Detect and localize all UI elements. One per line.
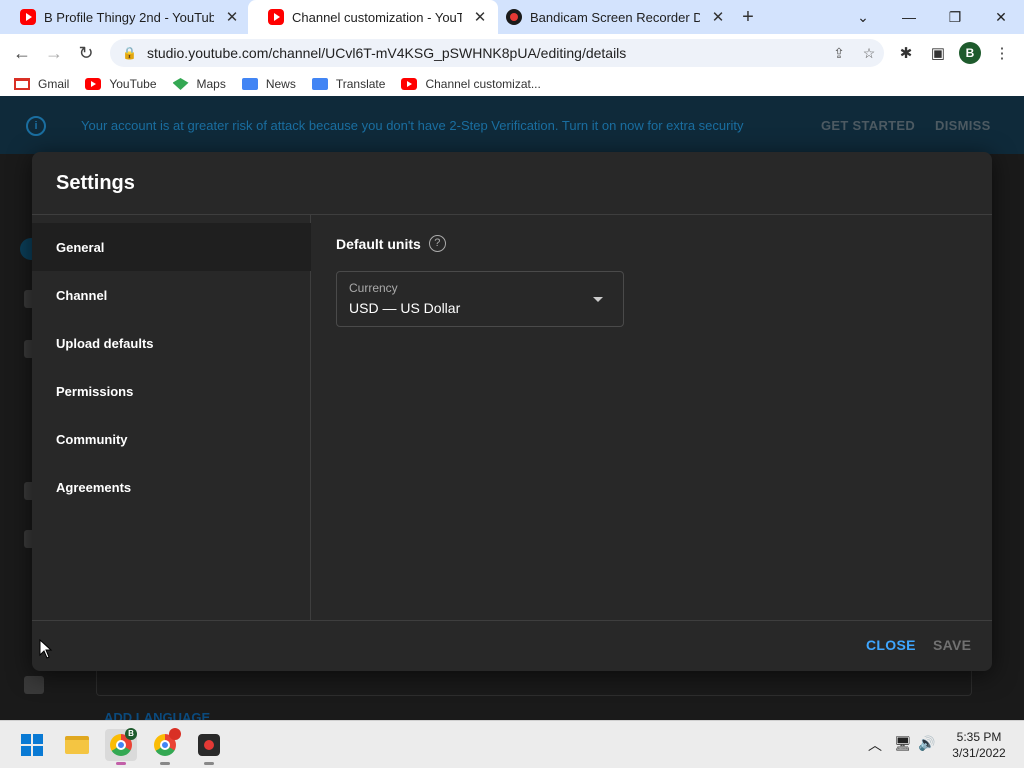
- nav-item-general[interactable]: General: [32, 223, 311, 271]
- currency-select[interactable]: Currency USD — US Dollar: [336, 271, 624, 327]
- bookmark-label: YouTube: [109, 77, 157, 91]
- tab-title: Bandicam Screen Recorder Down: [530, 9, 700, 25]
- bookmark-label: Translate: [335, 77, 386, 91]
- youtube-icon: [85, 78, 102, 90]
- nav-item-community[interactable]: Community: [32, 415, 311, 463]
- address-bar[interactable]: 🔒 studio.youtube.com/channel/UCvl6T-mV4K…: [110, 39, 884, 67]
- clock-time: 5:35 PM: [956, 730, 1002, 744]
- section-title: Default units: [336, 235, 421, 252]
- tab-title: Channel customization - YouTube: [292, 9, 462, 25]
- settings-dialog: Settings General Channel Upload defaults…: [32, 152, 992, 671]
- bookmark-translate[interactable]: Translate: [311, 77, 386, 91]
- volume-icon[interactable]: 🔊: [918, 735, 935, 752]
- share-icon[interactable]: ⇪: [824, 45, 854, 62]
- bookmark-label: Maps: [196, 77, 226, 91]
- url-text[interactable]: studio.youtube.com/channel/UCvl6T-mV4KSG…: [147, 45, 824, 61]
- tab-profile-thingy[interactable]: B Profile Thingy 2nd - YouTube ✕: [0, 0, 250, 34]
- folder-icon: [65, 736, 89, 754]
- browser-tab-strip: B Profile Thingy 2nd - YouTube ✕ Channel…: [0, 0, 1024, 34]
- send-feedback-icon[interactable]: [24, 676, 44, 694]
- close-window-icon[interactable]: ✕: [978, 0, 1024, 34]
- bookmark-channel-customization[interactable]: Channel customizat...: [401, 77, 541, 91]
- start-button[interactable]: [16, 729, 48, 761]
- tab-title: B Profile Thingy 2nd - YouTube: [44, 9, 214, 25]
- bookmark-star-icon[interactable]: ☆: [854, 45, 884, 62]
- nav-item-channel[interactable]: Channel: [32, 271, 311, 319]
- new-tab-icon[interactable]: +: [737, 6, 759, 29]
- bookmark-label: News: [265, 77, 296, 91]
- active-indicator: [116, 762, 126, 765]
- bookmark-gmail[interactable]: Gmail: [14, 77, 69, 91]
- bandicam-favicon-icon: [506, 9, 522, 25]
- profile-avatar[interactable]: B: [958, 41, 982, 65]
- security-banner: i Your account is at greater risk of att…: [0, 96, 1024, 154]
- bookmark-label: Channel customizat...: [425, 77, 541, 91]
- close-tab-icon[interactable]: ✕: [224, 8, 240, 26]
- browser-toolbar: ← → ↻ 🔒 studio.youtube.com/channel/UCvl6…: [0, 34, 1024, 72]
- dismiss-button[interactable]: DISMISS: [935, 118, 991, 133]
- tab-channel-customization[interactable]: Channel customization - YouTube ✕: [248, 0, 498, 34]
- chrome-second-profile-button[interactable]: [149, 728, 181, 765]
- info-icon: i: [26, 116, 46, 136]
- get-started-button[interactable]: GET STARTED: [821, 118, 915, 133]
- divider: [32, 620, 992, 621]
- youtube-favicon-icon: [268, 9, 284, 25]
- show-hidden-icons-chevron-icon[interactable]: ︿: [868, 735, 882, 755]
- save-button[interactable]: SAVE: [933, 637, 971, 653]
- windows-taskbar: B ︿ 🖥 🔊 5:35 PM 3/31/2022: [0, 720, 1024, 768]
- running-indicator: [204, 762, 214, 765]
- currency-label: Currency: [349, 281, 398, 295]
- translate-icon: [311, 78, 328, 90]
- network-icon[interactable]: 🖥: [894, 735, 912, 752]
- currency-value: USD — US Dollar: [349, 300, 461, 316]
- default-units-heading: Default units ?: [336, 235, 446, 252]
- profile-badge: B: [125, 728, 137, 740]
- nav-item-agreements[interactable]: Agreements: [32, 463, 311, 511]
- clock-date: 3/31/2022: [952, 746, 1006, 760]
- windows-logo-icon: [21, 734, 43, 756]
- tab-bandicam[interactable]: Bandicam Screen Recorder Down ✕: [486, 0, 736, 34]
- close-button[interactable]: CLOSE: [866, 637, 916, 653]
- gmail-icon: [14, 78, 30, 90]
- forward-arrow-icon[interactable]: →: [42, 41, 66, 65]
- kebab-menu-icon[interactable]: ⋮: [990, 41, 1014, 65]
- help-icon[interactable]: ?: [428, 235, 446, 252]
- maps-icon: [172, 78, 189, 90]
- bandicam-icon: [198, 734, 220, 756]
- dropdown-caret-icon: [593, 297, 603, 302]
- chrome-taskbar-button[interactable]: B: [105, 728, 137, 765]
- settings-nav: General Channel Upload defaults Permissi…: [32, 215, 311, 620]
- banner-text: Your account is at greater risk of attac…: [81, 118, 744, 133]
- dialog-title: Settings: [56, 172, 135, 194]
- nav-item-permissions[interactable]: Permissions: [32, 367, 311, 415]
- close-tab-icon[interactable]: ✕: [710, 8, 726, 26]
- running-indicator: [160, 762, 170, 765]
- restore-icon[interactable]: ❐: [932, 0, 978, 34]
- nav-item-upload-defaults[interactable]: Upload defaults: [32, 319, 311, 367]
- bookmark-youtube[interactable]: YouTube: [85, 77, 157, 91]
- extensions-puzzle-icon[interactable]: ✱: [894, 41, 918, 65]
- bandicam-taskbar-button[interactable]: [193, 729, 225, 765]
- bookmarks-bar: Gmail YouTube Maps News Translate Channe…: [0, 72, 1024, 96]
- bookmark-label: Gmail: [38, 77, 70, 91]
- back-arrow-icon[interactable]: ←: [10, 41, 34, 65]
- news-icon: [241, 78, 258, 90]
- tab-search-chevron-icon[interactable]: ⌄: [840, 0, 886, 34]
- bookmark-maps[interactable]: Maps: [172, 77, 226, 91]
- profile-badge-icon: [169, 728, 181, 740]
- minimize-icon[interactable]: —: [886, 0, 932, 34]
- profile-initial: B: [959, 42, 981, 64]
- youtube-favicon-icon: [20, 9, 36, 25]
- youtube-icon: [401, 78, 418, 90]
- settings-content: Default units ? Currency USD — US Dollar: [312, 215, 992, 620]
- reload-icon[interactable]: ↻: [74, 41, 98, 65]
- lock-icon[interactable]: 🔒: [122, 46, 137, 60]
- system-clock[interactable]: 5:35 PM 3/31/2022: [944, 729, 1014, 761]
- file-explorer-button[interactable]: [61, 729, 93, 761]
- side-panel-icon[interactable]: ▣: [926, 41, 950, 65]
- bookmark-news[interactable]: News: [241, 77, 296, 91]
